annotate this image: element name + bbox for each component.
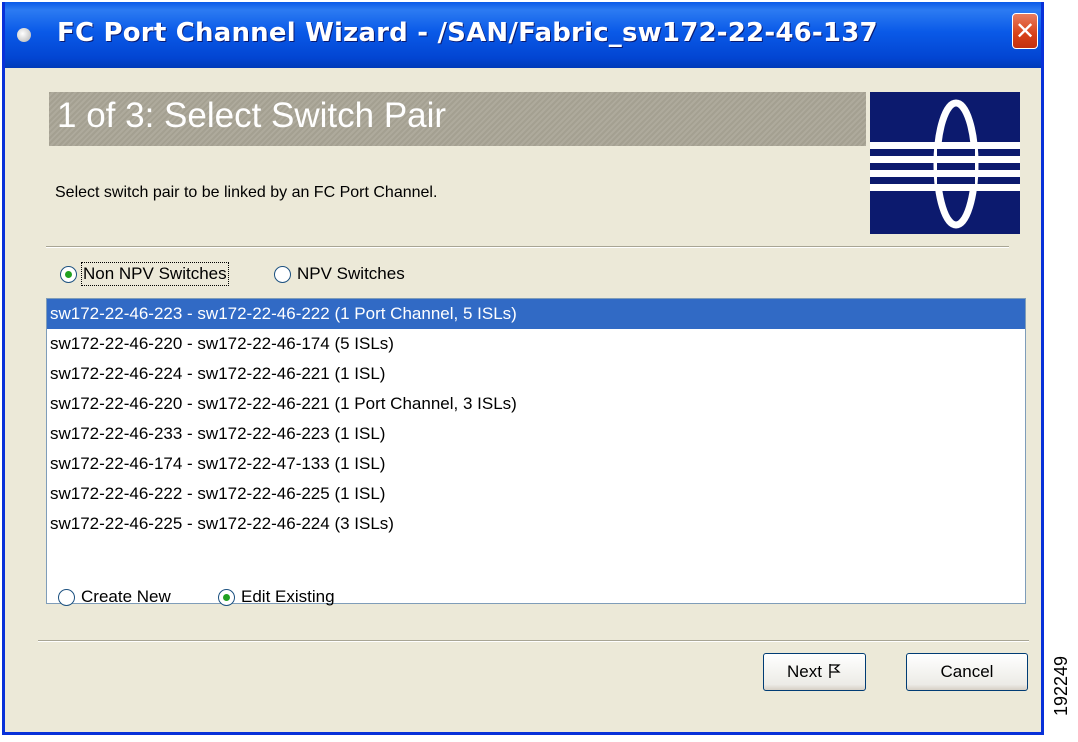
list-item[interactable]: sw172-22-46-220 - sw172-22-46-174 (5 ISL… (47, 329, 1025, 359)
next-label: Next (787, 662, 822, 681)
non-npv-label: Non NPV Switches (81, 262, 229, 286)
wizard-content: 1 of 3: Select Switch Pair Select switch… (5, 68, 1041, 735)
non-npv-radio[interactable]: Non NPV Switches (60, 262, 229, 286)
mode-group: Create New Edit Existing (58, 583, 558, 613)
list-item[interactable]: sw172-22-46-174 - sw172-22-47-133 (1 ISL… (47, 449, 1025, 479)
radio-checked-icon (60, 265, 77, 283)
radio-unchecked-icon (58, 588, 75, 606)
cancel-label: Cancel (940, 662, 994, 681)
step-title: 1 of 3: Select Switch Pair (57, 96, 447, 135)
close-button[interactable]: ✕ (1012, 13, 1038, 49)
switch-type-group: Non NPV Switches NPV Switches (60, 260, 560, 290)
wizard-window: FC Port Channel Wizard - /SAN/Fabric_sw1… (2, 2, 1044, 735)
radio-checked-icon (218, 588, 235, 606)
flag-icon (829, 664, 841, 678)
switch-pair-list[interactable]: sw172-22-46-223 - sw172-22-46-222 (1 Por… (46, 298, 1026, 604)
cancel-button[interactable]: Cancel (906, 653, 1028, 691)
window-title: FC Port Channel Wizard - /SAN/Fabric_sw1… (57, 18, 878, 48)
list-item[interactable]: sw172-22-46-222 - sw172-22-46-225 (1 ISL… (47, 479, 1025, 509)
footer-divider (38, 640, 1029, 642)
list-item[interactable]: sw172-22-46-223 - sw172-22-46-222 (1 Por… (47, 299, 1025, 329)
cisco-logo-icon (870, 92, 1020, 234)
step-description: Select switch pair to be linked by an FC… (55, 184, 438, 201)
create-new-label: Create New (81, 587, 171, 606)
radio-unchecked-icon (274, 265, 291, 283)
title-bar[interactable]: FC Port Channel Wizard - /SAN/Fabric_sw1… (5, 2, 1041, 68)
figure-number: 192249 (1051, 655, 1071, 716)
list-item[interactable]: sw172-22-46-220 - sw172-22-46-221 (1 Por… (47, 389, 1025, 419)
list-item[interactable]: sw172-22-46-233 - sw172-22-46-223 (1 ISL… (47, 419, 1025, 449)
npv-label: NPV Switches (297, 264, 405, 283)
create-new-radio[interactable]: Create New (58, 587, 171, 607)
edit-existing-radio[interactable]: Edit Existing (218, 587, 335, 607)
step-banner: 1 of 3: Select Switch Pair (49, 92, 866, 146)
list-item[interactable]: sw172-22-46-224 - sw172-22-46-221 (1 ISL… (47, 359, 1025, 389)
next-button[interactable]: Next (763, 653, 866, 691)
app-icon (17, 28, 31, 42)
edit-existing-label: Edit Existing (241, 587, 335, 606)
header-divider (46, 246, 1009, 248)
npv-radio[interactable]: NPV Switches (274, 264, 405, 284)
list-item[interactable]: sw172-22-46-225 - sw172-22-46-224 (3 ISL… (47, 509, 1025, 539)
